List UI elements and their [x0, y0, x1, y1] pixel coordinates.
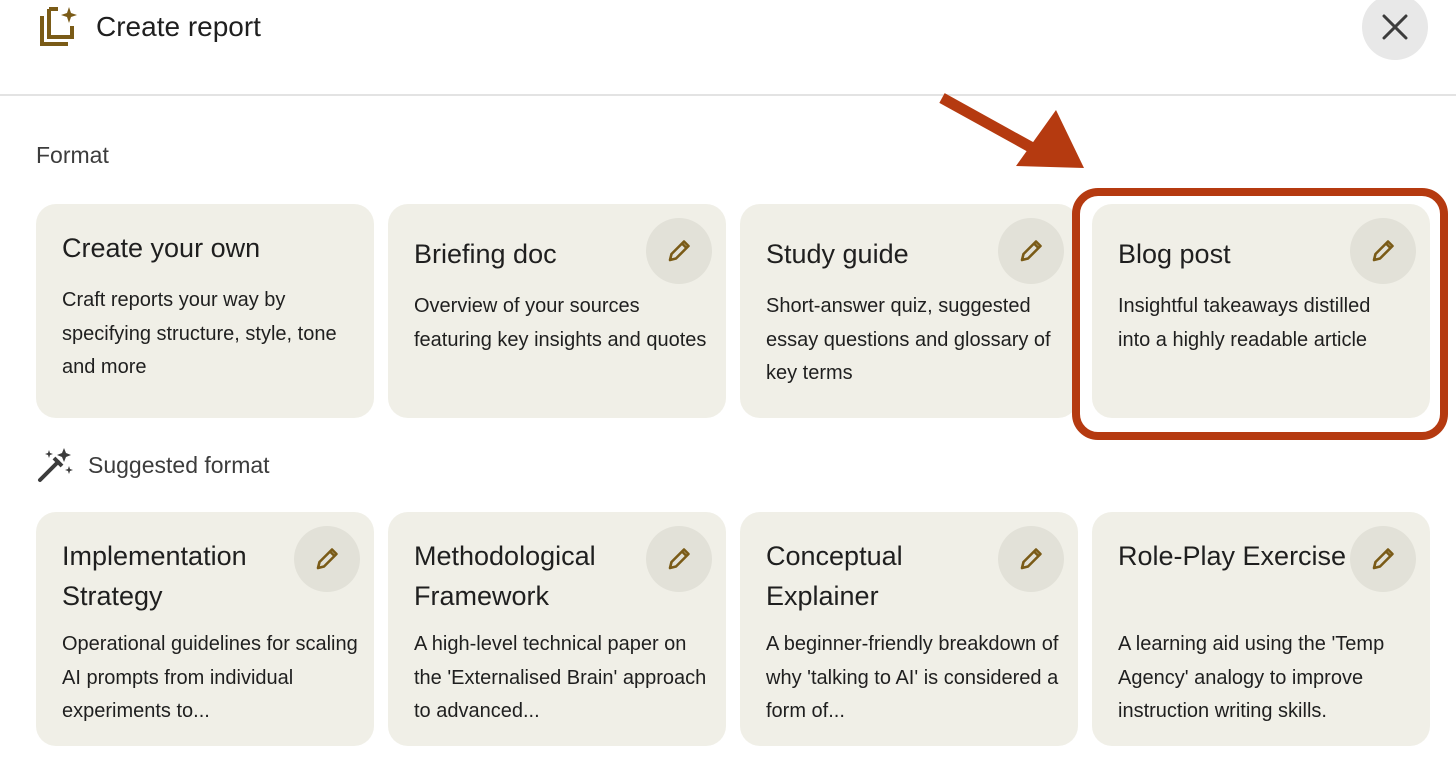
edit-button[interactable] [1350, 526, 1416, 592]
card-title: Blog post [1118, 239, 1231, 269]
edit-button[interactable] [646, 526, 712, 592]
card-description: Overview of your sources featuring key i… [414, 295, 707, 351]
card-implementation-strategy[interactable]: Implementation Strategy Operational guid… [36, 512, 374, 746]
report-sparkle-icon [40, 7, 77, 46]
card-role-play-exercise[interactable]: Role-Play Exercise A learning aid using … [1092, 512, 1430, 746]
pencil-icon [316, 548, 338, 570]
card-description: A beginner-friendly breakdown of why 'ta… [766, 633, 1059, 722]
pencil-icon [1372, 548, 1394, 570]
dialog-title: Create report [96, 11, 261, 42]
edit-button[interactable] [998, 526, 1064, 592]
card-title: Study guide [766, 239, 909, 269]
pencil-icon [1020, 240, 1042, 262]
suggested-format-header: Suggested format [36, 446, 270, 484]
pencil-icon [668, 240, 690, 262]
card-description: Insightful takeaways distilled into a hi… [1118, 295, 1371, 351]
card-title: Briefing doc [414, 239, 557, 269]
close-button[interactable] [1362, 0, 1428, 60]
card-briefing-doc[interactable]: Briefing doc Overview of your sources fe… [388, 204, 726, 418]
pencil-icon [668, 548, 690, 570]
pencil-icon [1372, 240, 1394, 262]
card-description: Craft reports your way by specifying str… [62, 289, 337, 378]
edit-button[interactable] [646, 218, 712, 284]
card-description: A learning aid using the 'Temp Agency' a… [1118, 633, 1385, 722]
card-blog-post[interactable]: Blog post Insightful takeaways distilled… [1092, 204, 1430, 418]
edit-button[interactable] [998, 218, 1064, 284]
card-description: A high-level technical paper on the 'Ext… [414, 633, 707, 722]
edit-button[interactable] [294, 526, 360, 592]
format-section-label: Format [36, 142, 109, 168]
annotation-arrow-icon [939, 93, 1084, 168]
magic-wand-icon [38, 448, 73, 482]
card-title: Create your own [62, 233, 261, 263]
card-title: Role-Play Exercise [1118, 541, 1347, 571]
card-study-guide[interactable]: Study guide Short-answer quiz, suggested… [740, 204, 1078, 418]
card-description: Operational guidelines for scaling AI pr… [62, 633, 358, 722]
card-conceptual-explainer[interactable]: Conceptual Explainer A beginner-friendly… [740, 512, 1078, 746]
card-methodological-framework[interactable]: Methodological Framework A high-level te… [388, 512, 726, 746]
close-icon [1382, 14, 1408, 40]
card-create-your-own[interactable]: Create your own Craft reports your way b… [36, 204, 374, 418]
suggested-format-label: Suggested format [88, 451, 270, 478]
dialog-header: Create report [0, 0, 1456, 96]
card-title: Methodological Framework [414, 541, 596, 611]
pencil-icon [1020, 548, 1042, 570]
card-title: Implementation Strategy [62, 541, 247, 611]
card-title: Conceptual Explainer [766, 541, 903, 611]
edit-button[interactable] [1350, 218, 1416, 284]
card-description: Short-answer quiz, suggested essay quest… [766, 295, 1051, 384]
